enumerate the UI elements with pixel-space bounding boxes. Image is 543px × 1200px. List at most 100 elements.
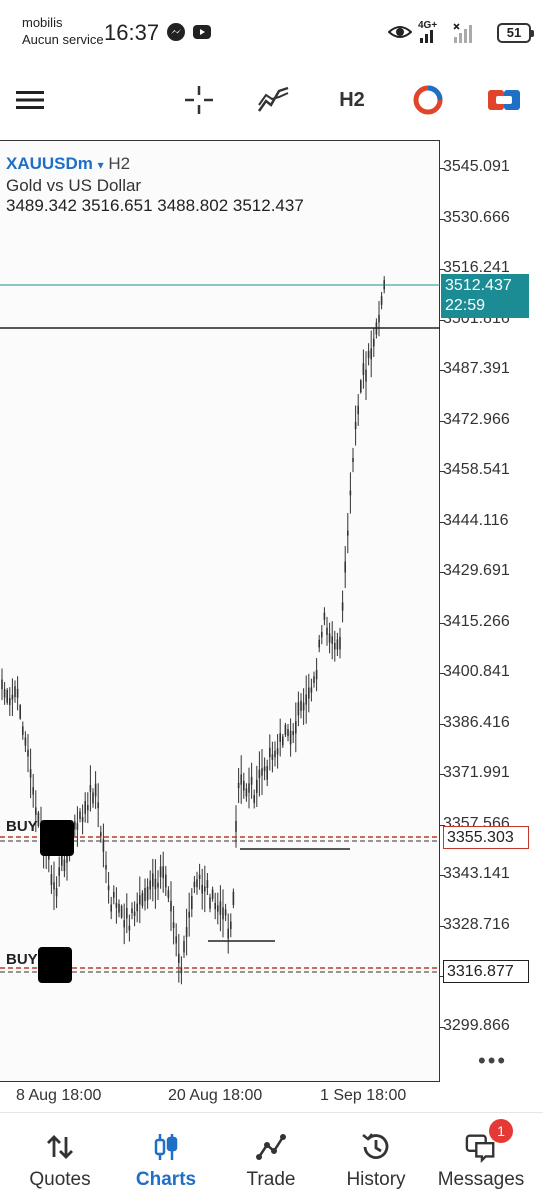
candle-body	[11, 694, 14, 700]
candle-body	[349, 490, 352, 496]
signal-no-service-icon	[453, 23, 472, 43]
candle-body	[9, 698, 11, 705]
buy-order-label-2: BUY	[6, 951, 38, 968]
bar-countdown: 22:59	[445, 297, 486, 314]
candle-body	[146, 886, 149, 901]
messenger-icon	[167, 23, 185, 41]
buy-order-marker-1[interactable]	[40, 820, 74, 856]
price-axis-tick	[440, 420, 444, 422]
candle-body	[305, 694, 307, 705]
price-axis-tick	[440, 673, 444, 674]
candle-body	[126, 907, 128, 919]
candle-body	[141, 892, 144, 906]
price-chart[interactable]	[0, 140, 440, 1082]
candle-body	[313, 676, 315, 683]
candle-body	[282, 736, 284, 746]
candle-body	[266, 766, 268, 780]
candle-body	[37, 812, 40, 827]
signal-icon	[420, 30, 433, 43]
price-axis-tick	[440, 269, 444, 270]
candle-body	[211, 889, 214, 899]
nav-quotes[interactable]: Quotes	[6, 1113, 114, 1200]
candle-body	[237, 782, 240, 789]
candle-body	[3, 689, 6, 698]
nav-trade[interactable]: Trade	[217, 1113, 325, 1200]
candle-body	[362, 363, 365, 375]
candle-body	[136, 903, 138, 912]
price-axis-tick	[440, 622, 444, 624]
more-options-icon[interactable]: •••	[478, 1048, 507, 1074]
nav-history[interactable]: History	[322, 1113, 430, 1200]
menu-button[interactable]	[8, 80, 52, 120]
timeframe-button[interactable]: H2	[330, 80, 374, 120]
candle-body	[276, 748, 279, 755]
candle-body	[344, 561, 346, 573]
candle-body	[152, 873, 154, 887]
buy-order-label-1: BUY	[6, 818, 38, 835]
chart-toolbar: H2	[0, 62, 543, 140]
candle-body	[107, 885, 110, 891]
nav-charts[interactable]: Charts	[112, 1113, 220, 1200]
symbol-dropdown-icon: ▾	[97, 158, 104, 172]
candle-body	[102, 839, 105, 852]
candle-body	[27, 749, 29, 757]
candle-body	[55, 887, 58, 897]
candle-body	[120, 905, 123, 918]
candle-body	[310, 687, 313, 693]
candle-body	[279, 733, 281, 743]
price-axis-label: 3386.416	[443, 713, 510, 731]
candle-body	[6, 689, 8, 703]
candle-body	[24, 737, 27, 746]
candle-body	[232, 891, 235, 905]
crosshair-button[interactable]	[177, 80, 221, 120]
candle-body	[292, 731, 294, 736]
candle-body	[92, 792, 94, 804]
candle-body	[230, 921, 232, 930]
candle-body	[35, 807, 37, 815]
current-price: 3512.437	[445, 277, 512, 294]
candle-body	[339, 636, 341, 650]
price-axis-label: 3415.266	[443, 612, 510, 630]
candle-body	[139, 895, 141, 905]
carrier-info: mobilis Aucun service	[22, 14, 104, 48]
buy-order-marker-2[interactable]	[38, 947, 72, 983]
nav-messages[interactable]: 1 Messages	[427, 1113, 535, 1200]
price-axis-tick	[440, 370, 444, 371]
candle-body	[235, 820, 237, 833]
candle-body	[269, 747, 271, 758]
chart-symbol-header[interactable]: XAUUSDm ▾ H2	[6, 154, 130, 174]
chart-type-button[interactable]	[406, 80, 450, 120]
hamburger-menu-icon	[16, 91, 44, 109]
candle-body	[191, 896, 193, 910]
candle-body	[74, 821, 76, 830]
trade-toggle-icon	[488, 90, 520, 110]
candle-body	[214, 902, 216, 910]
candle-body	[53, 882, 55, 890]
one-click-trade-button[interactable]	[482, 80, 526, 120]
candle-body	[162, 866, 164, 879]
candle-body	[97, 802, 99, 809]
price-axis-tick	[440, 521, 444, 523]
candle-body	[256, 779, 258, 794]
candle-body	[157, 882, 159, 888]
price-axis-label: 3371.991	[443, 764, 510, 781]
candle-body	[308, 687, 310, 699]
status-bar: mobilis Aucun service 16:37 4G+ 51	[0, 0, 543, 62]
candle-body	[79, 811, 81, 820]
candle-body	[76, 823, 79, 830]
candle-body	[29, 769, 32, 778]
price-axis-label: 3328.716	[443, 915, 510, 933]
price-axis-label: 3530.666	[443, 208, 510, 226]
indicators-button[interactable]	[252, 80, 296, 120]
price-axis-label: 3444.116	[443, 511, 509, 529]
history-icon	[362, 1133, 389, 1159]
candle-body	[253, 795, 255, 803]
candle-body	[89, 785, 92, 792]
messages-badge: 1	[489, 1119, 513, 1143]
current-price-tag: 3512.437 22:59	[441, 274, 529, 318]
candle-body	[58, 867, 60, 876]
candle-body	[123, 920, 125, 928]
candle-body	[159, 866, 162, 878]
candle-body	[258, 769, 261, 779]
candle-body	[118, 903, 120, 913]
